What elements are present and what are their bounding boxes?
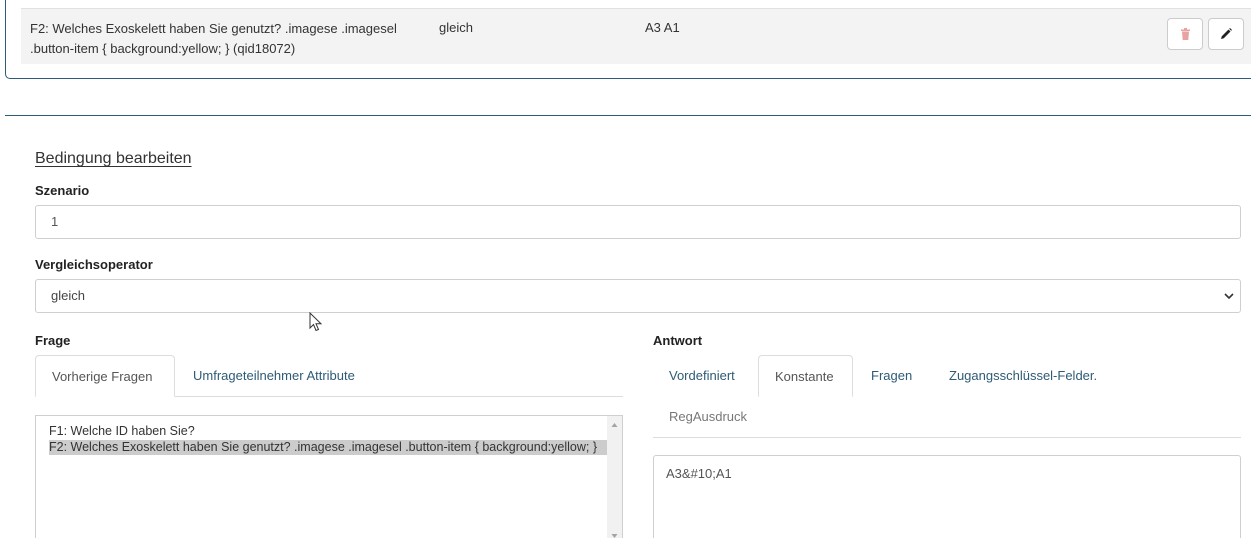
answer-textarea[interactable]: A3&#10;A1 [653, 455, 1241, 538]
tab-participant-attributes[interactable]: Umfrageteilnehmer Attribute [177, 355, 371, 397]
operator-select-value: gleich [51, 288, 85, 303]
scenario-input[interactable]: 1 [35, 205, 1241, 239]
operator-label: Vergleichsoperator [35, 257, 153, 272]
trash-icon [1180, 28, 1190, 40]
operator-select[interactable]: gleich [35, 279, 1241, 313]
question-list-scrollbar[interactable] [607, 416, 622, 538]
question-tabs: Vorherige Fragen Umfrageteilnehmer Attri… [35, 355, 623, 397]
scenario-label: Szenario [35, 183, 90, 198]
condition-question: F2: Welches Exoskelett haben Sie genutzt… [30, 21, 397, 56]
tab-token-fields[interactable]: Zugangsschlüssel-Felder. [933, 355, 1113, 397]
mouse-cursor-icon [309, 312, 323, 332]
tab-questions[interactable]: Fragen [855, 355, 928, 397]
scroll-down-icon [611, 534, 618, 538]
edit-condition-button[interactable] [1208, 18, 1244, 50]
list-item[interactable]: F1: Welche ID haben Sie? [49, 424, 195, 439]
pencil-icon [1221, 28, 1232, 39]
delete-condition-button[interactable] [1167, 18, 1203, 50]
condition-answer: A3 A1 [645, 20, 680, 35]
scroll-up-icon [611, 423, 618, 427]
chevron-down-icon [1224, 293, 1234, 300]
tab-regex[interactable]: RegAusdruck [653, 396, 763, 438]
edit-condition-title: Bedingung bearbeiten [35, 150, 192, 167]
question-label: Frage [35, 333, 71, 348]
list-item-selected[interactable]: F2: Welches Exoskelett haben Sie genutzt… [49, 440, 609, 455]
section-divider [5, 115, 1251, 116]
answer-label: Antwort [653, 333, 703, 348]
tab-predefined[interactable]: Vordefiniert [653, 355, 751, 397]
condition-row: F2: Welches Exoskelett haben Sie genutzt… [21, 8, 1251, 64]
tab-constant[interactable]: Konstante [758, 355, 853, 397]
answer-tabs: Vordefiniert Konstante Fragen Zugangssch… [653, 355, 1241, 438]
tab-previous-questions[interactable]: Vorherige Fragen [35, 355, 175, 397]
condition-operator: gleich [439, 20, 473, 35]
question-list[interactable]: F1: Welche ID haben Sie? F2: Welches Exo… [35, 415, 623, 538]
